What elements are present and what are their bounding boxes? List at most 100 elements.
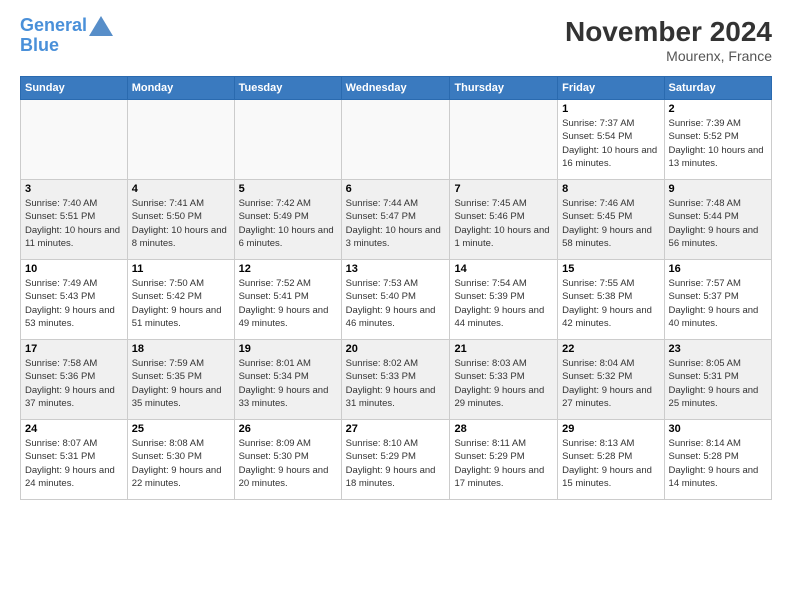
day-cell: 24 Sunrise: 8:07 AM Sunset: 5:31 PM Dayli… [21,420,128,500]
day-number: 19 [239,343,337,355]
logo-icon [89,16,113,36]
header: General Blue November 2024 Mourenx, Fran… [20,16,772,64]
col-monday: Monday [127,77,234,100]
day-cell: 14Sunrise: 7:54 AM Sunset: 5:39 PM Dayli… [450,260,558,340]
col-wednesday: Wednesday [341,77,450,100]
day-number: 10 [25,263,123,275]
day-number: 29 [562,423,659,435]
day-info: Sunrise: 7:59 AM Sunset: 5:35 PM Dayligh… [132,357,230,410]
col-thursday: Thursday [450,77,558,100]
day-info: Sunrise: 7:40 AM Sunset: 5:51 PM Dayligh… [25,197,123,250]
week-row-1: 1 Sunrise: 7:37 AM Sunset: 5:54 PM Daylig… [21,100,772,180]
day-cell: 5 Sunrise: 7:42 AM Sunset: 5:49 PM Daylig… [234,180,341,260]
day-info: Sunrise: 8:14 AM Sunset: 5:28 PM Dayligh… [669,437,767,490]
day-info: Sunrise: 7:44 AM Sunset: 5:47 PM Dayligh… [346,197,446,250]
day-info: Sunrise: 7:39 AM Sunset: 5:52 PM Dayligh… [669,117,767,170]
col-friday: Friday [558,77,664,100]
day-info: Sunrise: 7:41 AM Sunset: 5:50 PM Dayligh… [132,197,230,250]
day-number: 4 [132,183,230,195]
day-cell [341,100,450,180]
day-cell [127,100,234,180]
day-cell: 9Sunrise: 7:48 AM Sunset: 5:44 PM Daylig… [664,180,771,260]
week-row-4: 17 Sunrise: 7:58 AM Sunset: 5:36 PM Dayli… [21,340,772,420]
logo-blue: Blue [20,35,59,55]
logo: General Blue [20,16,113,56]
day-number: 7 [454,183,553,195]
day-number: 9 [669,183,767,195]
day-number: 21 [454,343,553,355]
day-info: Sunrise: 8:02 AM Sunset: 5:33 PM Dayligh… [346,357,446,410]
day-info: Sunrise: 8:10 AM Sunset: 5:29 PM Dayligh… [346,437,446,490]
day-number: 13 [346,263,446,275]
day-info: Sunrise: 7:42 AM Sunset: 5:49 PM Dayligh… [239,197,337,250]
day-number: 15 [562,263,659,275]
title-block: November 2024 Mourenx, France [565,16,772,64]
day-number: 25 [132,423,230,435]
day-number: 17 [25,343,123,355]
day-cell: 28Sunrise: 8:11 AM Sunset: 5:29 PM Dayli… [450,420,558,500]
day-cell: 11Sunrise: 7:50 AM Sunset: 5:42 PM Dayli… [127,260,234,340]
col-tuesday: Tuesday [234,77,341,100]
week-row-3: 10 Sunrise: 7:49 AM Sunset: 5:43 PM Dayli… [21,260,772,340]
day-info: Sunrise: 7:55 AM Sunset: 5:38 PM Dayligh… [562,277,659,330]
main-title: November 2024 [565,16,772,48]
day-info: Sunrise: 7:49 AM Sunset: 5:43 PM Dayligh… [25,277,123,330]
day-info: Sunrise: 7:37 AM Sunset: 5:54 PM Dayligh… [562,117,659,170]
day-info: Sunrise: 7:57 AM Sunset: 5:37 PM Dayligh… [669,277,767,330]
day-cell [21,100,128,180]
day-number: 11 [132,263,230,275]
day-info: Sunrise: 8:07 AM Sunset: 5:31 PM Dayligh… [25,437,123,490]
day-cell: 15 Sunrise: 7:55 AM Sunset: 5:38 PM Dayli… [558,260,664,340]
day-info: Sunrise: 8:01 AM Sunset: 5:34 PM Dayligh… [239,357,337,410]
col-sunday: Sunday [21,77,128,100]
day-number: 6 [346,183,446,195]
day-info: Sunrise: 7:45 AM Sunset: 5:46 PM Dayligh… [454,197,553,250]
day-info: Sunrise: 8:05 AM Sunset: 5:31 PM Dayligh… [669,357,767,410]
col-saturday: Saturday [664,77,771,100]
day-cell: 2Sunrise: 7:39 AM Sunset: 5:52 PM Daylig… [664,100,771,180]
day-cell: 25Sunrise: 8:08 AM Sunset: 5:30 PM Dayli… [127,420,234,500]
day-info: Sunrise: 7:52 AM Sunset: 5:41 PM Dayligh… [239,277,337,330]
day-cell [450,100,558,180]
day-number: 24 [25,423,123,435]
day-number: 20 [346,343,446,355]
day-cell: 4 Sunrise: 7:41 AM Sunset: 5:50 PM Daylig… [127,180,234,260]
day-number: 1 [562,103,659,115]
day-cell: 17 Sunrise: 7:58 AM Sunset: 5:36 PM Dayli… [21,340,128,420]
day-cell: 16 Sunrise: 7:57 AM Sunset: 5:37 PM Dayli… [664,260,771,340]
page: General Blue November 2024 Mourenx, Fran… [0,0,792,516]
day-cell: 10 Sunrise: 7:49 AM Sunset: 5:43 PM Dayli… [21,260,128,340]
day-info: Sunrise: 7:53 AM Sunset: 5:40 PM Dayligh… [346,277,446,330]
day-info: Sunrise: 7:58 AM Sunset: 5:36 PM Dayligh… [25,357,123,410]
day-number: 5 [239,183,337,195]
day-cell: 29Sunrise: 8:13 AM Sunset: 5:28 PM Dayli… [558,420,664,500]
day-cell: 21Sunrise: 8:03 AM Sunset: 5:33 PM Dayli… [450,340,558,420]
day-cell: 1 Sunrise: 7:37 AM Sunset: 5:54 PM Daylig… [558,100,664,180]
day-cell: 27Sunrise: 8:10 AM Sunset: 5:29 PM Dayli… [341,420,450,500]
logo-text: General [20,16,87,36]
day-number: 23 [669,343,767,355]
day-info: Sunrise: 7:54 AM Sunset: 5:39 PM Dayligh… [454,277,553,330]
day-number: 8 [562,183,659,195]
day-cell: 26 Sunrise: 8:09 AM Sunset: 5:30 PM Dayli… [234,420,341,500]
day-info: Sunrise: 8:09 AM Sunset: 5:30 PM Dayligh… [239,437,337,490]
subtitle: Mourenx, France [565,48,772,64]
calendar-body: 1 Sunrise: 7:37 AM Sunset: 5:54 PM Daylig… [21,100,772,500]
day-cell: 13 Sunrise: 7:53 AM Sunset: 5:40 PM Dayli… [341,260,450,340]
day-number: 26 [239,423,337,435]
week-row-2: 3 Sunrise: 7:40 AM Sunset: 5:51 PM Daylig… [21,180,772,260]
day-number: 22 [562,343,659,355]
day-cell: 18 Sunrise: 7:59 AM Sunset: 5:35 PM Dayli… [127,340,234,420]
day-number: 30 [669,423,767,435]
day-number: 3 [25,183,123,195]
day-number: 12 [239,263,337,275]
day-number: 16 [669,263,767,275]
day-number: 18 [132,343,230,355]
week-row-5: 24 Sunrise: 8:07 AM Sunset: 5:31 PM Dayli… [21,420,772,500]
day-cell: 8Sunrise: 7:46 AM Sunset: 5:45 PM Daylig… [558,180,664,260]
day-cell: 22Sunrise: 8:04 AM Sunset: 5:32 PM Dayli… [558,340,664,420]
day-cell: 23 Sunrise: 8:05 AM Sunset: 5:31 PM Dayli… [664,340,771,420]
day-cell: 19 Sunrise: 8:01 AM Sunset: 5:34 PM Dayli… [234,340,341,420]
day-cell: 7 Sunrise: 7:45 AM Sunset: 5:46 PM Daylig… [450,180,558,260]
calendar: Sunday Monday Tuesday Wednesday Thursday… [20,76,772,500]
